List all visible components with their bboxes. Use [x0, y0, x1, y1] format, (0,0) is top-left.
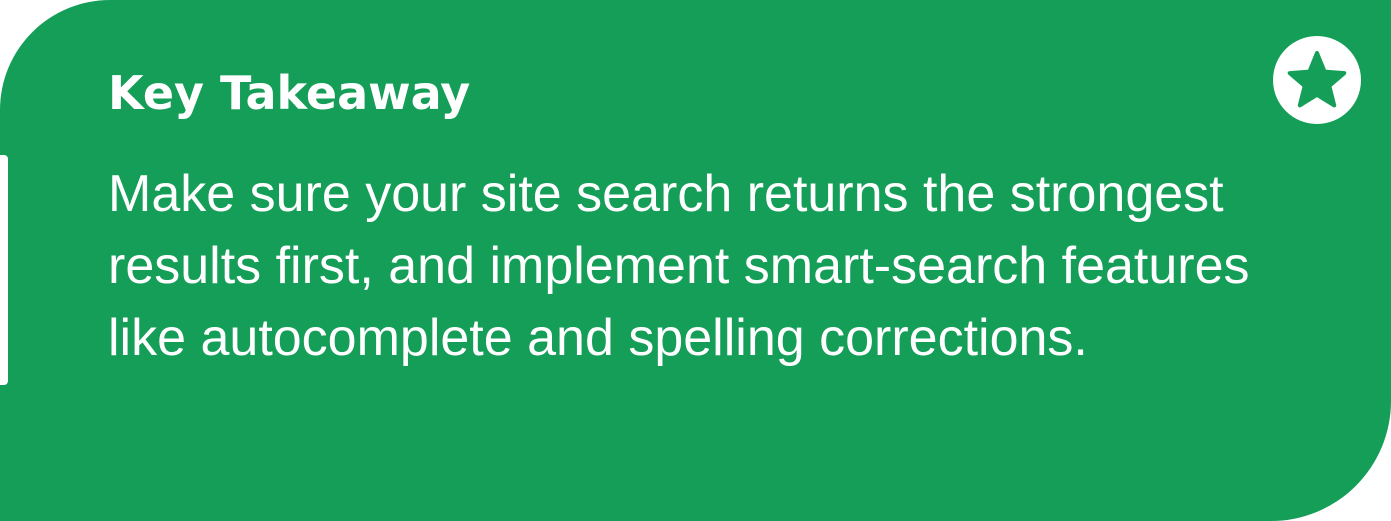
callout-body: Make sure your site search returns the s… [108, 165, 1250, 367]
callout-title: Key Takeaway [108, 66, 471, 120]
star-icon [1273, 36, 1361, 124]
key-takeaway-callout: Key Takeaway Make sure your site search … [0, 0, 1391, 521]
left-notch [0, 155, 8, 385]
